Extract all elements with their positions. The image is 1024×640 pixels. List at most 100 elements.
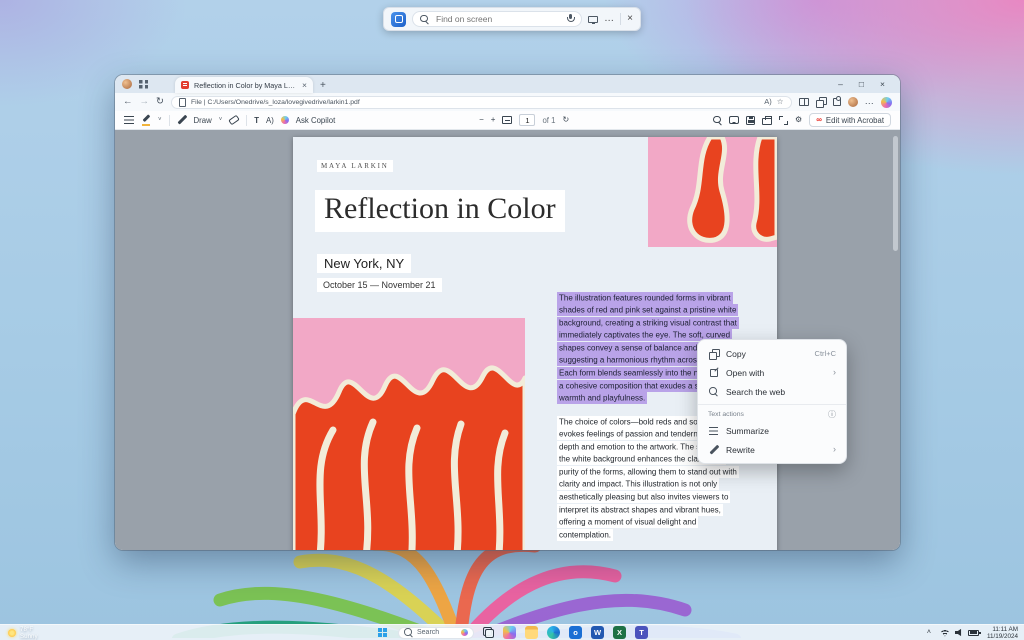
summarize-icon	[709, 427, 718, 435]
hidden-icons-chevron[interactable]: ˄	[927, 629, 931, 636]
artwork-main	[293, 318, 525, 550]
weather-widget[interactable]: 78°F Sunny	[8, 625, 38, 640]
settings-more-icon[interactable]: …	[865, 97, 875, 107]
word-app-icon[interactable]: W	[591, 626, 604, 639]
read-aloud-icon[interactable]: A)	[764, 98, 772, 106]
edge-app-icon[interactable]	[547, 626, 560, 639]
open-with-icon	[710, 369, 718, 377]
draw-button[interactable]: Draw	[194, 116, 212, 125]
document-author: MAYA LARKIN	[317, 160, 393, 172]
read-aloud-icon[interactable]: A)	[266, 116, 274, 125]
outlook-app-icon[interactable]: o	[569, 626, 582, 639]
zoom-in-icon[interactable]: +	[491, 116, 496, 124]
favorites-star-icon[interactable]: ☆	[777, 98, 784, 106]
split-screen-icon[interactable]	[799, 98, 809, 106]
tray-status-icons[interactable]	[939, 629, 979, 637]
page-count-label: of 1	[542, 116, 555, 125]
print-icon[interactable]	[762, 118, 772, 125]
acrobat-icon: ∞	[816, 116, 822, 124]
browser-tab[interactable]: Reflection in Color by Maya Larkin ×	[175, 77, 313, 93]
browser-profile-icon[interactable]	[848, 97, 858, 107]
menu-item-open-with[interactable]: Open with ›	[698, 363, 846, 382]
clock[interactable]: 11:11 AM 11/19/2024	[987, 626, 1018, 640]
shortcut-label: Ctrl+C	[815, 349, 836, 358]
edit-with-acrobat-button[interactable]: ∞ Edit with Acrobat	[809, 113, 891, 127]
taskbar-center: Search o W X T	[376, 625, 648, 640]
wallpaper-bloom	[150, 538, 790, 638]
menu-item-rewrite[interactable]: Rewrite ›	[698, 440, 846, 459]
taskbar: 78°F Sunny Search o W X T ˄	[0, 624, 1024, 640]
menu-item-summarize[interactable]: Summarize	[698, 421, 846, 440]
maximize-button[interactable]: □	[851, 75, 872, 93]
submenu-arrow-icon: ›	[833, 368, 836, 377]
tab-close-icon[interactable]: ×	[302, 81, 307, 90]
fit-width-icon[interactable]	[502, 116, 512, 124]
extensions-puzzle-icon[interactable]	[833, 98, 841, 106]
page-number-input[interactable]	[519, 114, 535, 126]
profile-avatar[interactable]	[122, 79, 132, 89]
divider	[620, 13, 621, 25]
divider	[246, 115, 247, 126]
copilot-icon[interactable]	[881, 97, 892, 108]
chevron-down-icon[interactable]: ˅	[219, 117, 223, 123]
file-explorer-icon[interactable]	[525, 626, 538, 639]
new-tab-button[interactable]: +	[320, 81, 326, 91]
submenu-arrow-icon: ›	[833, 445, 836, 454]
eraser-icon[interactable]	[228, 115, 240, 126]
back-button[interactable]: ←	[123, 97, 133, 107]
document-dates: October 15 — November 21	[317, 278, 442, 292]
info-icon[interactable]: ⓘ	[828, 411, 836, 419]
find-in-document-icon[interactable]	[713, 116, 722, 125]
start-button[interactable]	[376, 626, 389, 639]
wifi-icon	[939, 629, 951, 637]
fullscreen-icon[interactable]	[779, 116, 788, 125]
minimize-button[interactable]: –	[830, 75, 851, 93]
context-menu: Copy Ctrl+C Open with › Search the web T…	[697, 339, 847, 464]
settings-gear-icon[interactable]: ⚙	[795, 116, 802, 124]
forward-button[interactable]: →	[140, 97, 150, 107]
search-icon	[404, 628, 413, 637]
display-settings-icon[interactable]	[588, 16, 598, 23]
menu-section-text-actions: Text actions ⓘ	[698, 408, 846, 421]
copy-icon	[709, 349, 719, 359]
rotate-icon[interactable]: ↻	[562, 116, 569, 124]
copilot-spark-icon	[281, 116, 289, 124]
weather-condition: Sunny	[20, 633, 38, 640]
menu-item-copy[interactable]: Copy Ctrl+C	[698, 344, 846, 363]
tab-title: Reflection in Color by Maya Larkin	[194, 81, 297, 90]
highlighter-icon[interactable]	[141, 115, 151, 126]
tab-actions-icon[interactable]	[139, 80, 148, 89]
pdf-toolbar: ˅ Draw ˅ T A) Ask Copilot − + of 1 ↻ ⚙	[115, 111, 900, 130]
taskbar-search[interactable]: Search	[398, 627, 474, 639]
screen-search-input[interactable]	[434, 13, 561, 25]
viewer-scrollbar[interactable]	[893, 136, 898, 251]
address-bar[interactable]: File | C:/Users/Onedrive/s_loza/lovegive…	[171, 96, 792, 109]
task-view-icon[interactable]	[483, 627, 494, 638]
navbar-actions: …	[799, 97, 893, 108]
refresh-button[interactable]: ↻	[156, 97, 164, 107]
copilot-app-icon[interactable]	[503, 626, 516, 639]
draw-pen-icon[interactable]	[177, 115, 187, 125]
save-icon[interactable]	[746, 116, 755, 125]
chevron-down-icon[interactable]: ˅	[158, 117, 162, 123]
pdf-viewer[interactable]: MAYA LARKIN Reflection in Color New York…	[115, 130, 900, 550]
ask-copilot-button[interactable]: Ask Copilot	[296, 116, 335, 125]
collections-icon[interactable]	[816, 97, 826, 107]
comment-icon[interactable]	[729, 116, 739, 124]
document-title: Reflection in Color	[315, 190, 565, 232]
excel-app-icon[interactable]: X	[613, 626, 626, 639]
menu-item-search-web[interactable]: Search the web	[698, 382, 846, 401]
microphone-icon[interactable]	[566, 14, 574, 24]
window-close-button[interactable]: ×	[872, 75, 893, 93]
add-text-icon[interactable]: T	[254, 116, 259, 125]
search-icon	[709, 387, 718, 396]
more-options-icon[interactable]: …	[604, 14, 614, 24]
toc-menu-icon[interactable]	[124, 116, 134, 124]
browser-navbar: ← → ↻ File | C:/Users/Onedrive/s_loza/lo…	[115, 93, 900, 111]
screen-search-toolbar: … ×	[383, 7, 641, 31]
close-icon[interactable]: ×	[627, 14, 633, 24]
teams-app-icon[interactable]: T	[635, 626, 648, 639]
screen-search-field[interactable]	[412, 11, 582, 27]
browser-titlebar: Reflection in Color by Maya Larkin × + –…	[115, 75, 900, 93]
zoom-out-icon[interactable]: −	[479, 116, 484, 124]
